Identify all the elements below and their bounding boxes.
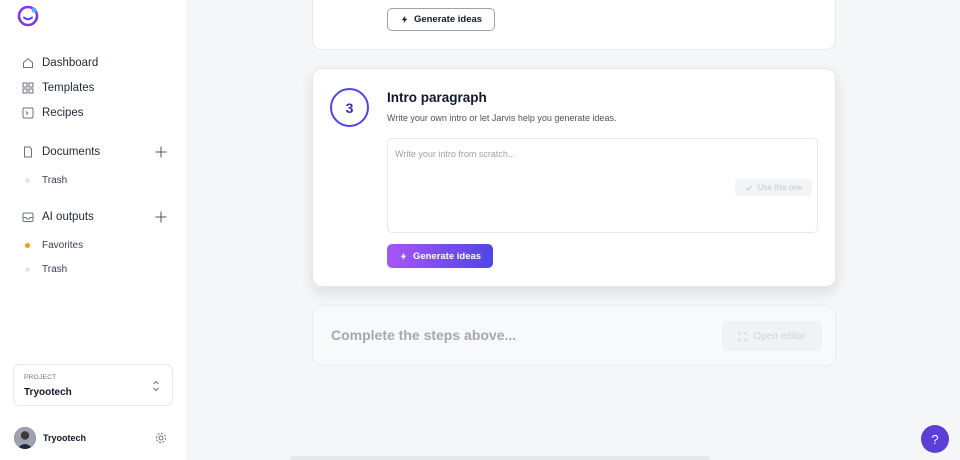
home-icon bbox=[22, 57, 34, 69]
documents-trash-label: Trash bbox=[42, 174, 68, 186]
user-profile[interactable]: Tryootech bbox=[14, 427, 86, 449]
trash-dot-icon bbox=[25, 177, 30, 183]
add-ai-output-button[interactable] bbox=[154, 210, 168, 224]
open-editor-button[interactable]: Open editor bbox=[722, 321, 822, 351]
project-selector[interactable]: PROJECT Tryootech bbox=[13, 364, 173, 406]
generate-ideas-button[interactable]: Generate ideas bbox=[387, 244, 493, 268]
ai-outputs-favorites[interactable]: Favorites bbox=[25, 237, 83, 253]
nav-documents-label: Documents bbox=[42, 146, 101, 158]
step-title: Intro paragraph bbox=[387, 90, 487, 105]
document-icon bbox=[22, 146, 34, 158]
favorites-dot-icon bbox=[25, 242, 30, 248]
use-this-one-label: Use this one bbox=[757, 183, 803, 192]
generate-ideas-button-previous[interactable]: Generate ideas bbox=[387, 8, 495, 31]
terminal-icon bbox=[22, 107, 34, 119]
nav-dashboard[interactable]: Dashboard bbox=[22, 53, 98, 73]
nav-ai-outputs[interactable]: AI outputs bbox=[22, 207, 94, 227]
lightning-icon bbox=[401, 15, 408, 24]
nav-templates-label: Templates bbox=[42, 82, 95, 94]
complete-steps-message: Complete the steps above... bbox=[331, 327, 517, 343]
user-name: Tryootech bbox=[43, 433, 87, 443]
bottom-edge-shadow bbox=[290, 456, 710, 460]
nav-dashboard-label: Dashboard bbox=[42, 57, 99, 69]
nav-documents[interactable]: Documents bbox=[22, 142, 100, 162]
favorites-label: Favorites bbox=[42, 239, 84, 251]
check-icon bbox=[745, 185, 752, 191]
step-subtitle: Write your own intro or let Jarvis help … bbox=[387, 113, 617, 123]
open-editor-label: Open editor bbox=[753, 330, 806, 342]
project-caption: PROJECT bbox=[24, 374, 57, 381]
add-document-button[interactable] bbox=[154, 145, 168, 159]
help-label: ? bbox=[931, 431, 939, 447]
use-this-one-button[interactable]: Use this one bbox=[735, 179, 812, 196]
help-button[interactable]: ? bbox=[921, 425, 949, 453]
expand-icon bbox=[738, 331, 747, 341]
inbox-icon bbox=[22, 211, 34, 223]
ai-outputs-trash-label: Trash bbox=[42, 263, 68, 275]
intro-placeholder: Write your intro from scratch... bbox=[395, 149, 516, 159]
ai-outputs-trash[interactable]: Trash bbox=[25, 261, 67, 277]
generate-ideas-label: Generate ideas bbox=[412, 250, 482, 262]
lightning-icon bbox=[400, 251, 407, 261]
chevron-updown-icon bbox=[153, 380, 159, 392]
step-number-badge: 3 bbox=[330, 88, 369, 127]
avatar bbox=[14, 427, 36, 449]
gear-icon[interactable] bbox=[155, 432, 167, 444]
nav-recipes-label: Recipes bbox=[42, 107, 84, 119]
trash-dot-icon bbox=[25, 266, 30, 272]
generate-ideas-label: Generate ideas bbox=[413, 14, 483, 25]
documents-trash[interactable]: Trash bbox=[25, 172, 67, 188]
sidebar: Dashboard Templates Recipes Documents Tr… bbox=[0, 0, 186, 460]
nav-recipes[interactable]: Recipes bbox=[22, 103, 84, 123]
nav-ai-outputs-label: AI outputs bbox=[42, 211, 94, 223]
grid-icon bbox=[22, 82, 34, 94]
project-name: Tryootech bbox=[24, 387, 72, 398]
nav-templates[interactable]: Templates bbox=[22, 78, 94, 98]
plus-icon bbox=[155, 146, 167, 158]
jarvis-logo-icon[interactable] bbox=[16, 4, 40, 28]
plus-icon bbox=[155, 211, 167, 223]
